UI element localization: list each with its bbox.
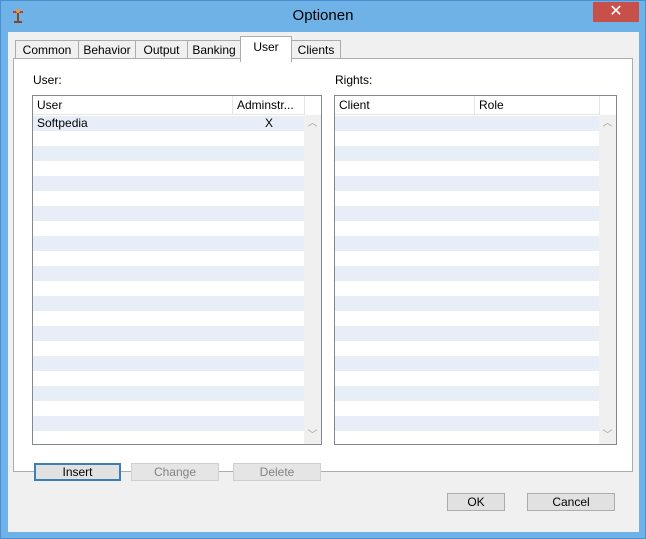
list-item [33, 176, 304, 191]
list-item [33, 311, 304, 326]
list-item [335, 401, 599, 416]
rights-listview[interactable]: Client Role ︿ ﹀ [334, 95, 617, 445]
rights-list-label: Rights: [335, 73, 373, 87]
scroll-up-icon[interactable]: ︿ [304, 115, 321, 132]
scroll-up-icon[interactable]: ︿ [599, 115, 616, 132]
insert-button[interactable]: Insert [34, 463, 121, 481]
client-area: Common Behavior Output Banking User Clie… [8, 32, 639, 532]
user-listview[interactable]: User Adminstr... Softpedia X ︿ ﹀ [32, 95, 322, 445]
list-item [33, 401, 304, 416]
rights-list-header: Client Role [335, 96, 600, 115]
list-item [33, 161, 304, 176]
list-item [335, 221, 599, 236]
ok-button[interactable]: OK [447, 493, 505, 511]
admin-flag-cell: X [265, 116, 274, 130]
list-item[interactable]: Softpedia X [33, 116, 304, 131]
list-item [33, 221, 304, 236]
list-item [33, 341, 304, 356]
cancel-button[interactable]: Cancel [527, 493, 615, 511]
list-item [335, 341, 599, 356]
user-list-label: User: [33, 73, 62, 87]
list-item [33, 236, 304, 251]
list-item [335, 161, 599, 176]
list-item [33, 281, 304, 296]
list-item [335, 311, 599, 326]
scroll-down-icon[interactable]: ﹀ [304, 427, 321, 444]
list-item [33, 326, 304, 341]
list-item [335, 116, 599, 131]
title-bar[interactable]: Optionen ✕ [1, 1, 645, 32]
tab-user[interactable]: User [240, 36, 292, 62]
column-header-role[interactable]: Role [475, 96, 600, 115]
list-item [335, 356, 599, 371]
list-item [335, 191, 599, 206]
column-header-client[interactable]: Client [335, 96, 475, 115]
list-item [33, 356, 304, 371]
rights-list-scrollbar[interactable]: ︿ ﹀ [599, 115, 616, 444]
list-item [335, 146, 599, 161]
list-item [335, 236, 599, 251]
window-title: Optionen [292, 7, 354, 24]
list-item [33, 191, 304, 206]
list-item [335, 386, 599, 401]
options-window: Optionen ✕ Common Behavior Output Bankin… [0, 0, 646, 539]
list-item [33, 266, 304, 281]
list-item [335, 416, 599, 431]
list-item [33, 146, 304, 161]
list-item [335, 296, 599, 311]
user-name-cell: Softpedia [37, 116, 88, 130]
scroll-down-icon[interactable]: ﹀ [599, 427, 616, 444]
user-list-header: User Adminstr... [33, 96, 305, 115]
list-item [335, 206, 599, 221]
delete-button[interactable]: Delete [233, 463, 321, 481]
list-item [335, 326, 599, 341]
user-list-scrollbar[interactable]: ︿ ﹀ [304, 115, 321, 444]
list-item [33, 131, 304, 146]
change-button[interactable]: Change [131, 463, 219, 481]
user-tab-panel: User: Rights: User Adminstr... Softpedia… [13, 58, 633, 472]
list-item [33, 251, 304, 266]
list-item [33, 206, 304, 221]
list-item [335, 371, 599, 386]
list-item [33, 371, 304, 386]
list-item [335, 266, 599, 281]
list-item [33, 386, 304, 401]
close-button[interactable]: ✕ [593, 2, 639, 22]
list-item [33, 416, 304, 431]
column-header-user[interactable]: User [33, 96, 233, 115]
list-item [335, 131, 599, 146]
list-item [335, 176, 599, 191]
list-item [335, 251, 599, 266]
list-item [335, 281, 599, 296]
column-header-administrator[interactable]: Adminstr... [233, 96, 305, 115]
list-item [33, 296, 304, 311]
